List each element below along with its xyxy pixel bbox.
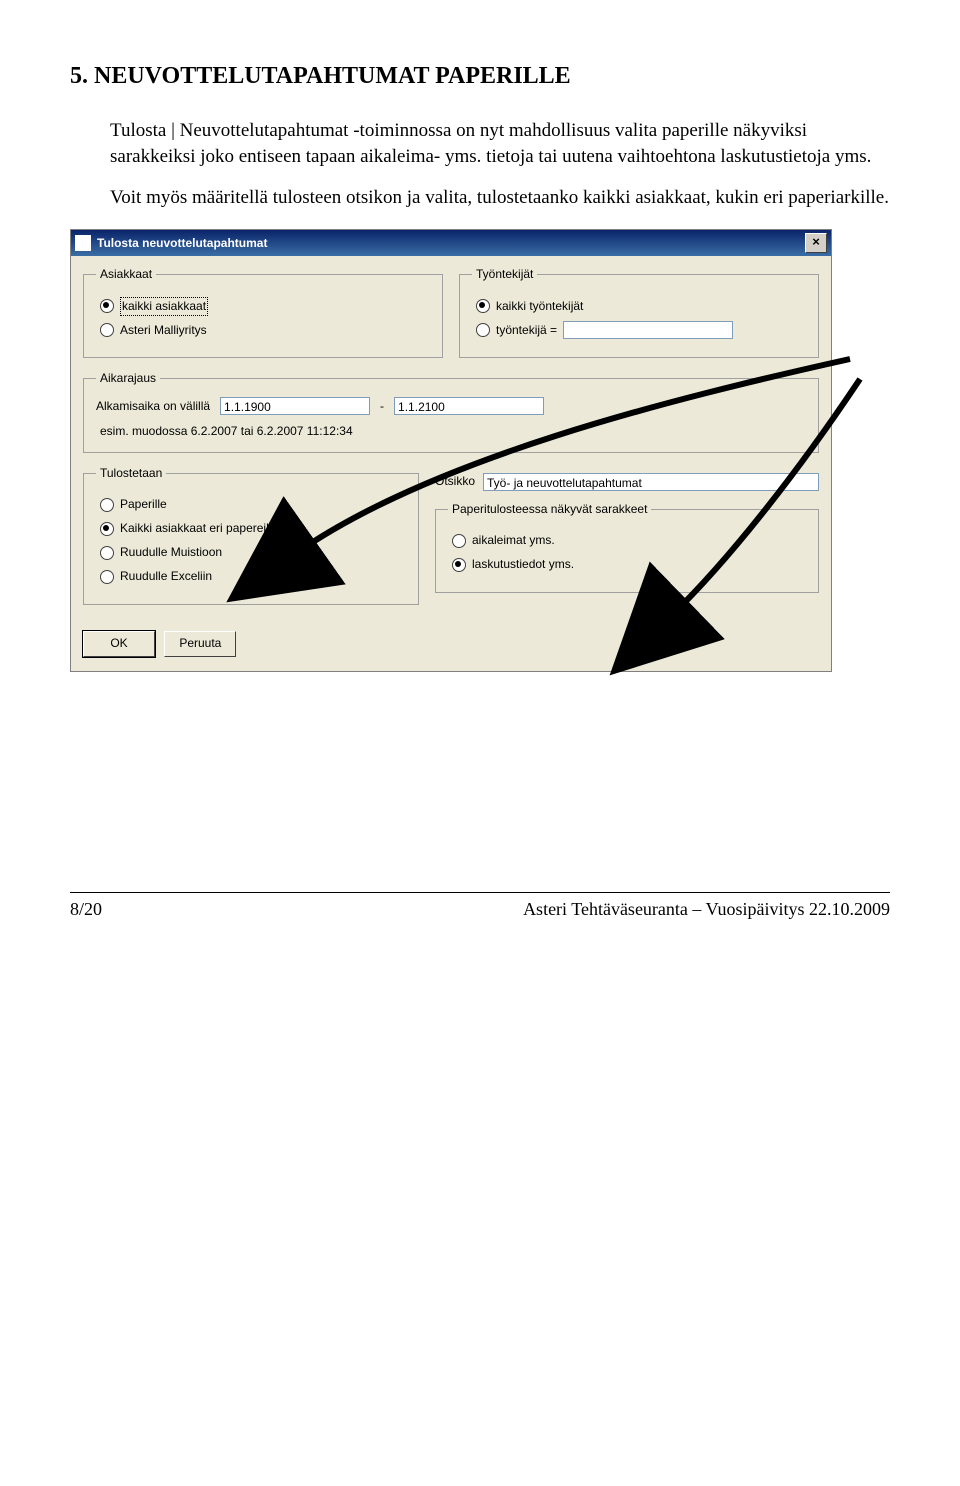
radio-excel[interactable]: Ruudulle Exceliin bbox=[100, 568, 406, 586]
group-tyontekijat: Työntekijät kaikki työntekijät työntekij… bbox=[459, 266, 819, 358]
radio-icon bbox=[100, 570, 114, 584]
group-tulostetaan: Tulostetaan Paperille Kaikki asiakkaat e… bbox=[83, 465, 419, 605]
radio-label: Ruudulle Muistioon bbox=[120, 544, 222, 561]
legend-tyontekijat: Työntekijät bbox=[472, 266, 537, 283]
title-bar[interactable]: Tulosta neuvottelutapahtumat × bbox=[71, 230, 831, 256]
radio-label: kaikki asiakkaat bbox=[120, 297, 208, 316]
group-asiakkaat: Asiakkaat kaikki asiakkaat Asteri Malliy… bbox=[83, 266, 443, 358]
radio-icon bbox=[452, 558, 466, 572]
radio-icon bbox=[476, 323, 490, 337]
radio-all-customers[interactable]: kaikki asiakkaat bbox=[100, 297, 430, 315]
legend-aika: Aikarajaus bbox=[96, 370, 160, 387]
radio-icon bbox=[100, 323, 114, 337]
aika-label: Alkamisaika on välillä bbox=[96, 398, 210, 415]
radio-one-customer[interactable]: Asteri Malliyritys bbox=[100, 321, 430, 339]
radio-all-separate[interactable]: Kaikki asiakkaat eri papereille bbox=[100, 520, 406, 538]
page-number: 8/20 bbox=[70, 897, 102, 922]
dialog-title: Tulosta neuvottelutapahtumat bbox=[97, 235, 267, 252]
radio-icon bbox=[100, 299, 114, 313]
paragraph-1: Tulosta | Neuvottelutapahtumat -toiminno… bbox=[110, 118, 890, 171]
radio-laskutustiedot[interactable]: laskutustiedot yms. bbox=[452, 556, 806, 574]
aika-hint: esim. muodossa 6.2.2007 tai 6.2.2007 11:… bbox=[100, 423, 806, 440]
print-dialog: Tulosta neuvottelutapahtumat × Asiakkaat… bbox=[70, 229, 832, 671]
dash: - bbox=[380, 398, 384, 415]
radio-icon bbox=[476, 299, 490, 313]
radio-one-employee[interactable]: työntekijä = bbox=[476, 321, 806, 339]
radio-all-employees[interactable]: kaikki työntekijät bbox=[476, 297, 806, 315]
radio-label: työntekijä = bbox=[496, 322, 557, 339]
group-sarakkeet: Paperitulosteessa näkyvät sarakkeet aika… bbox=[435, 501, 819, 593]
cancel-button[interactable]: Peruuta bbox=[164, 631, 236, 657]
radio-label: Kaikki asiakkaat eri papereille bbox=[120, 520, 278, 537]
legend-tulostetaan: Tulostetaan bbox=[96, 465, 166, 482]
legend-sarakkeet: Paperitulosteessa näkyvät sarakkeet bbox=[448, 501, 651, 518]
page-footer: 8/20 Asteri Tehtäväseuranta – Vuosipäivi… bbox=[70, 892, 890, 922]
radio-paperille[interactable]: Paperille bbox=[100, 496, 406, 514]
group-aikarajaus: Aikarajaus Alkamisaika on välillä 1.1.19… bbox=[83, 370, 819, 453]
footer-title: Asteri Tehtäväseuranta – Vuosipäivitys 2… bbox=[523, 897, 890, 922]
radio-label: Ruudulle Exceliin bbox=[120, 568, 212, 585]
paragraph-2: Voit myös määritellä tulosteen otsikon j… bbox=[110, 185, 890, 212]
legend-asiakkaat: Asiakkaat bbox=[96, 266, 156, 283]
radio-aikaleimat[interactable]: aikaleimat yms. bbox=[452, 532, 806, 550]
employee-input[interactable] bbox=[563, 321, 733, 339]
section-heading: 5. NEUVOTTELUTAPAHTUMAT PAPERILLE bbox=[70, 60, 890, 94]
radio-icon bbox=[452, 534, 466, 548]
date-from-input[interactable]: 1.1.1900 bbox=[220, 397, 370, 415]
close-icon[interactable]: × bbox=[805, 233, 827, 253]
otsikko-label: Otsikko bbox=[435, 473, 475, 490]
radio-label: laskutustiedot yms. bbox=[472, 556, 574, 573]
radio-label: aikaleimat yms. bbox=[472, 532, 555, 549]
radio-label: kaikki työntekijät bbox=[496, 298, 583, 315]
radio-label: Paperille bbox=[120, 496, 167, 513]
date-to-input[interactable]: 1.1.2100 bbox=[394, 397, 544, 415]
radio-icon bbox=[100, 498, 114, 512]
radio-icon bbox=[100, 522, 114, 536]
otsikko-input[interactable]: Työ- ja neuvottelutapahtumat bbox=[483, 473, 819, 491]
radio-muistio[interactable]: Ruudulle Muistioon bbox=[100, 544, 406, 562]
app-icon bbox=[75, 235, 91, 251]
radio-label: Asteri Malliyritys bbox=[120, 322, 207, 339]
radio-icon bbox=[100, 546, 114, 560]
ok-button[interactable]: OK bbox=[83, 631, 155, 657]
